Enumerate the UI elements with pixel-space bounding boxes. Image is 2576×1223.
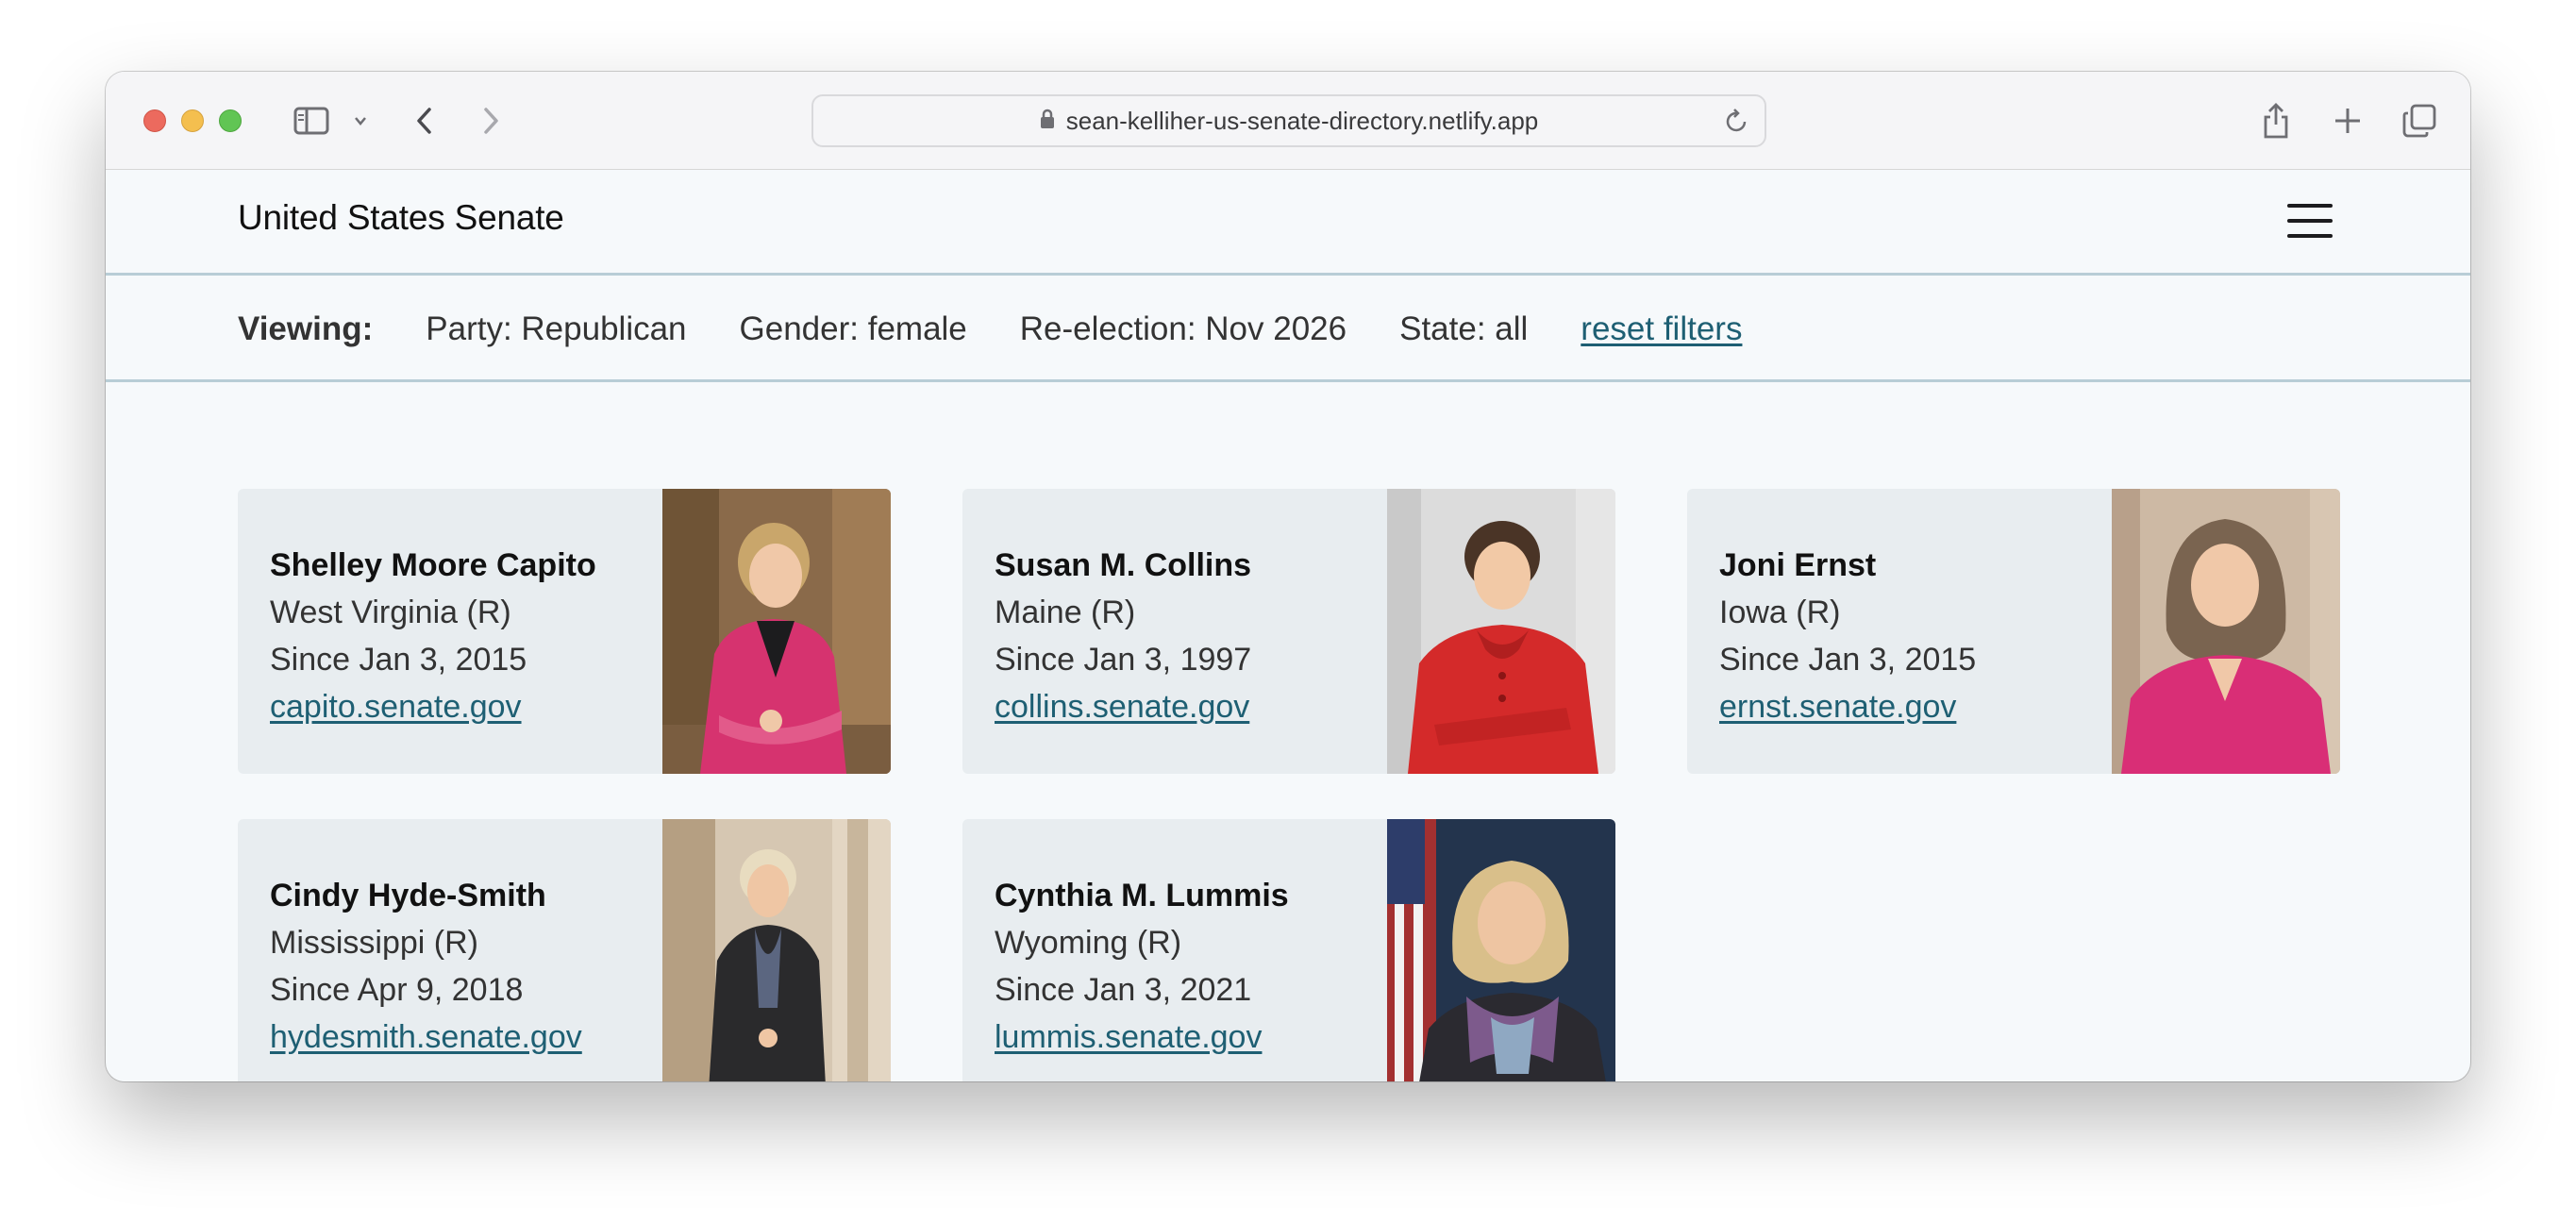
share-icon[interactable] — [2257, 98, 2295, 143]
tab-overview-icon[interactable] — [2399, 98, 2440, 143]
filter-gender: Gender: female — [739, 310, 967, 347]
senator-photo — [1387, 819, 1615, 1081]
browser-window: sean-kelliher-us-senate-directory.netlif… — [106, 72, 2470, 1081]
zoom-window-button[interactable] — [219, 109, 242, 132]
lock-icon — [1040, 107, 1055, 136]
senator-name: Shelley Moore Capito — [270, 547, 596, 583]
new-tab-icon[interactable] — [2329, 98, 2367, 143]
filter-label: Viewing: — [238, 310, 374, 347]
senator-info: Susan M. Collins Maine (R) Since Jan 3, … — [995, 542, 1251, 730]
address-bar[interactable]: sean-kelliher-us-senate-directory.netlif… — [811, 94, 1766, 147]
senator-photo — [1387, 489, 1615, 774]
reload-icon[interactable] — [1725, 108, 1749, 141]
filter-state: State: all — [1399, 310, 1529, 347]
senator-info: Cynthia M. Lummis Wyoming (R) Since Jan … — [995, 872, 1289, 1061]
url-text: sean-kelliher-us-senate-directory.netlif… — [1065, 106, 1539, 135]
senator-state: Maine (R) — [995, 595, 1136, 630]
hamburger-menu-icon[interactable] — [2287, 204, 2333, 238]
site-navbar: United States Senate — [106, 170, 2470, 276]
senator-card[interactable]: Joni Ernst Iowa (R) Since Jan 3, 2015 er… — [1687, 489, 2340, 774]
senator-since: Since Jan 3, 1997 — [995, 642, 1252, 678]
back-icon[interactable] — [408, 98, 442, 143]
senator-since: Since Jan 3, 2021 — [995, 972, 1252, 1008]
senator-photo — [662, 489, 891, 774]
senator-card[interactable]: Shelley Moore Capito West Virginia (R) S… — [238, 489, 891, 774]
filter-reelection: Re-election: Nov 2026 — [1019, 310, 1347, 347]
senator-state: Iowa (R) — [1719, 595, 1841, 630]
filter-party: Party: Republican — [426, 310, 687, 347]
senator-since: Since Jan 3, 2015 — [1719, 642, 1977, 678]
chevron-down-icon[interactable] — [349, 98, 372, 143]
filter-bar: Viewing: Party: Republican Gender: femal… — [106, 278, 2470, 382]
senator-state: Wyoming (R) — [995, 925, 1182, 961]
senator-website-link[interactable]: capito.senate.gov — [270, 683, 596, 730]
browser-toolbar: sean-kelliher-us-senate-directory.netlif… — [106, 72, 2470, 170]
reset-filters-link[interactable]: reset filters — [1581, 310, 1742, 348]
senator-card[interactable]: Cynthia M. Lummis Wyoming (R) Since Jan … — [962, 819, 1615, 1081]
senator-info: Shelley Moore Capito West Virginia (R) S… — [270, 542, 596, 730]
senator-website-link[interactable]: lummis.senate.gov — [995, 1014, 1289, 1061]
close-window-button[interactable] — [143, 109, 166, 132]
senator-name: Cynthia M. Lummis — [995, 878, 1289, 913]
senator-website-link[interactable]: collins.senate.gov — [995, 683, 1251, 730]
senator-photo — [2112, 489, 2340, 774]
senator-info: Joni Ernst Iowa (R) Since Jan 3, 2015 er… — [1719, 542, 1976, 730]
site-title[interactable]: United States Senate — [238, 198, 564, 238]
forward-icon[interactable] — [474, 98, 508, 143]
senator-card[interactable]: Cindy Hyde-Smith Mississippi (R) Since A… — [238, 819, 891, 1081]
senator-website-link[interactable]: ernst.senate.gov — [1719, 683, 1976, 730]
senator-photo — [662, 819, 891, 1081]
senator-card[interactable]: Susan M. Collins Maine (R) Since Jan 3, … — [962, 489, 1615, 774]
senator-name: Joni Ernst — [1719, 547, 1877, 583]
senator-state: Mississippi (R) — [270, 925, 478, 961]
senator-name: Cindy Hyde-Smith — [270, 878, 546, 913]
sidebar-toggle-icon[interactable] — [291, 98, 332, 143]
senator-state: West Virginia (R) — [270, 595, 511, 630]
senator-since: Since Apr 9, 2018 — [270, 972, 524, 1008]
senator-info: Cindy Hyde-Smith Mississippi (R) Since A… — [270, 872, 582, 1061]
minimize-window-button[interactable] — [181, 109, 204, 132]
senator-website-link[interactable]: hydesmith.senate.gov — [270, 1014, 582, 1061]
senator-name: Susan M. Collins — [995, 547, 1252, 583]
senator-since: Since Jan 3, 2015 — [270, 642, 527, 678]
